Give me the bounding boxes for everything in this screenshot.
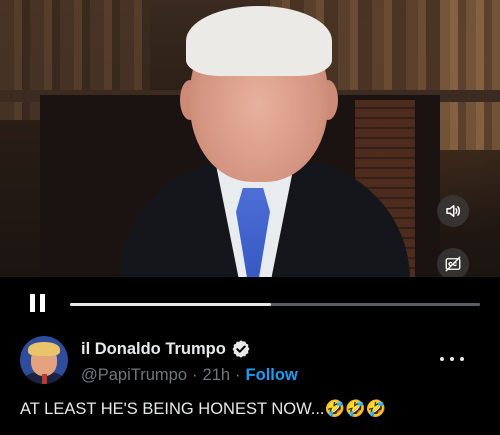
video-subject (120, 0, 410, 277)
speaker-icon[interactable] (437, 195, 469, 227)
more-dots-icon[interactable] (440, 352, 464, 366)
author-name-row: il Donaldo Trumpo (81, 338, 251, 360)
display-name[interactable]: il Donaldo Trumpo (81, 340, 226, 359)
progress-track[interactable] (70, 303, 480, 306)
meta-separator: · (192, 365, 198, 384)
author-meta-row: @PapiTrumpo · 21h · Follow (81, 364, 298, 386)
captions-off-icon[interactable] (437, 248, 469, 277)
progress-fill (70, 303, 271, 306)
video-player[interactable] (0, 0, 500, 277)
meta-separator: · (235, 365, 241, 384)
avatar[interactable] (20, 336, 68, 384)
verified-badge-icon (232, 340, 250, 358)
follow-button[interactable]: Follow (246, 366, 298, 385)
tweet-text: AT LEAST HE'S BEING HONEST NOW...🤣🤣🤣 (20, 400, 387, 418)
background-bookshelf (440, 0, 500, 150)
author-handle[interactable]: @PapiTrumpo (81, 366, 187, 385)
video-progress-row (0, 290, 500, 316)
pause-icon[interactable] (30, 294, 50, 312)
post-timestamp[interactable]: 21h (203, 366, 231, 385)
